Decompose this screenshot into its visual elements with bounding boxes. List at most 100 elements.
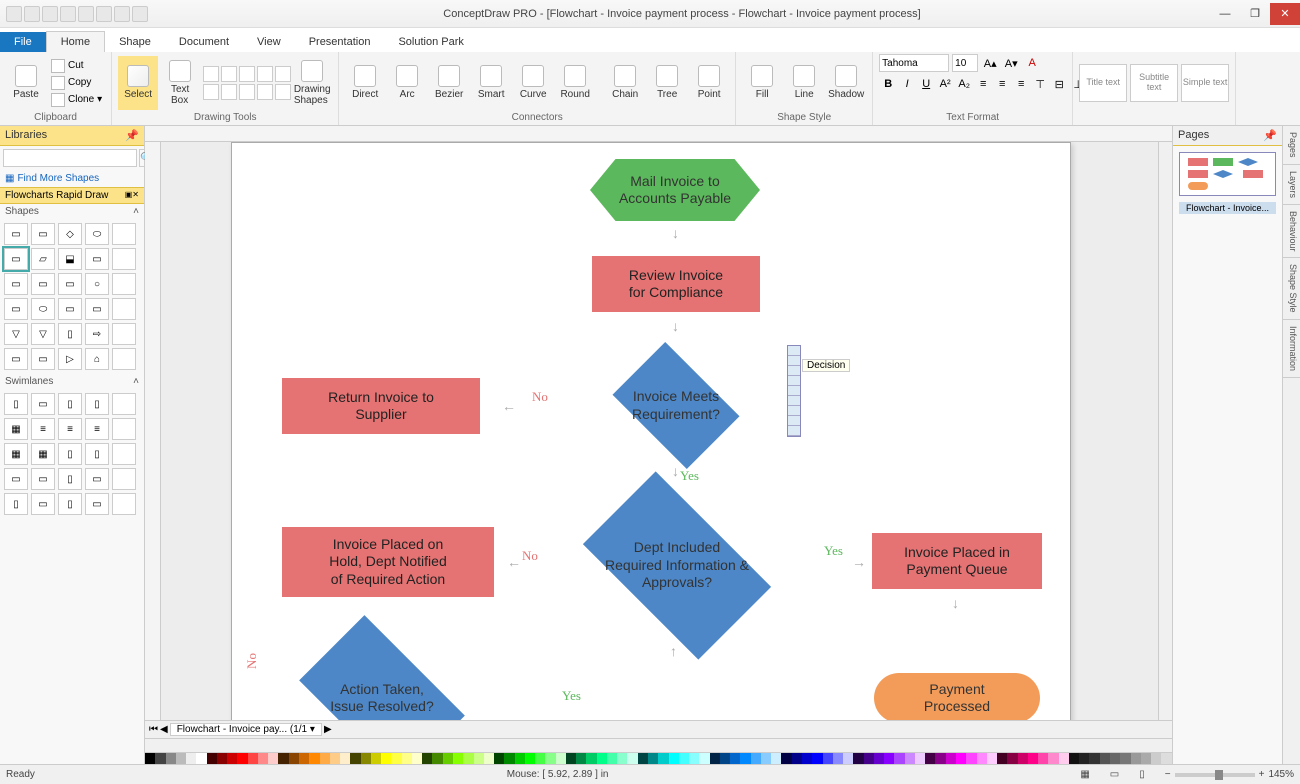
color-swatch[interactable] — [925, 753, 935, 764]
shape-tool[interactable] — [275, 84, 291, 100]
smart-item[interactable] — [788, 366, 800, 376]
shape-item[interactable]: ▯ — [4, 493, 28, 515]
color-swatch[interactable] — [987, 753, 997, 764]
color-swatch[interactable] — [237, 753, 247, 764]
color-swatch[interactable] — [545, 753, 555, 764]
font-family-input[interactable] — [879, 54, 949, 72]
color-swatch[interactable] — [720, 753, 730, 764]
shape-item[interactable]: ▯ — [58, 393, 82, 415]
tab-nav-prev[interactable]: ◀ — [160, 724, 168, 735]
color-swatch[interactable] — [884, 753, 894, 764]
drawing-shapes-button[interactable]: Drawing Shapes — [292, 56, 332, 110]
library-search-input[interactable] — [3, 149, 137, 167]
view-mode-button[interactable]: ▦ — [1080, 769, 1089, 780]
shape-item[interactable] — [112, 418, 136, 440]
round-button[interactable]: Round — [555, 56, 595, 110]
paste-button[interactable]: Paste — [6, 56, 46, 110]
color-swatch[interactable] — [1151, 753, 1161, 764]
close-icon[interactable]: ▣✕ — [125, 190, 139, 201]
shape-item[interactable]: ▱ — [31, 248, 55, 270]
color-swatch[interactable] — [1018, 753, 1028, 764]
smart-shapes-menu[interactable] — [787, 345, 801, 437]
shape-item[interactable]: ▯ — [4, 393, 28, 415]
color-swatch[interactable] — [853, 753, 863, 764]
color-swatch[interactable] — [761, 753, 771, 764]
file-tab[interactable]: File — [0, 32, 46, 52]
qat-btn[interactable] — [114, 6, 130, 22]
pin-icon[interactable]: 📌 — [1263, 129, 1277, 142]
color-swatch[interactable] — [207, 753, 217, 764]
tab-shape[interactable]: Shape — [105, 32, 165, 52]
color-swatch[interactable] — [833, 753, 843, 764]
superscript-button[interactable]: A² — [936, 75, 954, 93]
shape-item[interactable]: ○ — [85, 273, 109, 295]
bezier-button[interactable]: Bezier — [429, 56, 469, 110]
valign-mid-button[interactable]: ⊟ — [1050, 75, 1068, 93]
shape-item[interactable]: ▭ — [4, 273, 28, 295]
color-swatch[interactable] — [463, 753, 473, 764]
qat-btn[interactable] — [132, 6, 148, 22]
shape-item[interactable]: ▭ — [58, 273, 82, 295]
shape-tool[interactable] — [221, 84, 237, 100]
cut-button[interactable]: Cut — [48, 58, 105, 74]
close-button[interactable]: ✕ — [1270, 3, 1300, 25]
shape-item[interactable]: ▭ — [31, 223, 55, 245]
color-swatch[interactable] — [1038, 753, 1048, 764]
shape-item[interactable] — [112, 223, 136, 245]
color-swatch[interactable] — [289, 753, 299, 764]
color-swatch[interactable] — [802, 753, 812, 764]
shape-item[interactable]: ▽ — [31, 323, 55, 345]
color-swatch[interactable] — [381, 753, 391, 764]
color-swatch[interactable] — [1028, 753, 1038, 764]
qat-btn[interactable] — [24, 6, 40, 22]
shape-item[interactable]: ▭ — [4, 248, 28, 270]
color-swatch[interactable] — [669, 753, 679, 764]
shape-item[interactable]: ≡ — [85, 418, 109, 440]
sidetab-information[interactable]: Information — [1283, 320, 1300, 378]
color-swatch[interactable] — [268, 753, 278, 764]
color-swatch[interactable] — [535, 753, 545, 764]
shape-item[interactable] — [112, 393, 136, 415]
smart-button[interactable]: Smart — [471, 56, 511, 110]
color-swatch[interactable] — [689, 753, 699, 764]
tab-view[interactable]: View — [243, 32, 295, 52]
shape-item[interactable]: ◇ — [58, 223, 82, 245]
color-swatch[interactable] — [155, 753, 165, 764]
color-swatch[interactable] — [504, 753, 514, 764]
color-swatch[interactable] — [935, 753, 945, 764]
title-text-style[interactable]: Title text — [1079, 64, 1127, 102]
smart-item[interactable] — [788, 386, 800, 396]
color-swatch[interactable] — [402, 753, 412, 764]
color-swatch[interactable] — [227, 753, 237, 764]
shape-item[interactable]: ▯ — [58, 493, 82, 515]
shape-item[interactable]: ▭ — [85, 493, 109, 515]
color-swatch[interactable] — [781, 753, 791, 764]
shape-item[interactable]: ⬭ — [85, 223, 109, 245]
shape-meets[interactable]: Invoice Meets Requirement? — [602, 353, 750, 458]
color-swatch[interactable] — [186, 753, 196, 764]
shape-tool[interactable] — [257, 66, 273, 82]
align-left-button[interactable]: ≡ — [974, 75, 992, 93]
shape-item[interactable]: ≡ — [31, 418, 55, 440]
color-swatch[interactable] — [1048, 753, 1058, 764]
color-swatch[interactable] — [597, 753, 607, 764]
color-swatch[interactable] — [1120, 753, 1130, 764]
smart-item[interactable] — [788, 426, 800, 436]
color-swatch[interactable] — [494, 753, 504, 764]
color-swatch[interactable] — [812, 753, 822, 764]
color-swatch[interactable] — [843, 753, 853, 764]
tree-button[interactable]: Tree — [647, 56, 687, 110]
shape-item[interactable]: ▯ — [58, 443, 82, 465]
line-button[interactable]: Line — [784, 56, 824, 110]
color-swatch[interactable] — [586, 753, 596, 764]
shape-item[interactable]: ⬓ — [58, 248, 82, 270]
color-swatch[interactable] — [515, 753, 525, 764]
color-swatch[interactable] — [1089, 753, 1099, 764]
color-swatch[interactable] — [443, 753, 453, 764]
color-swatch[interactable] — [771, 753, 781, 764]
shape-item[interactable]: ▭ — [4, 298, 28, 320]
color-swatch[interactable] — [217, 753, 227, 764]
maximize-button[interactable]: ❐ — [1240, 3, 1270, 25]
shape-item[interactable]: ▭ — [58, 298, 82, 320]
shape-item[interactable]: ▭ — [31, 348, 55, 370]
